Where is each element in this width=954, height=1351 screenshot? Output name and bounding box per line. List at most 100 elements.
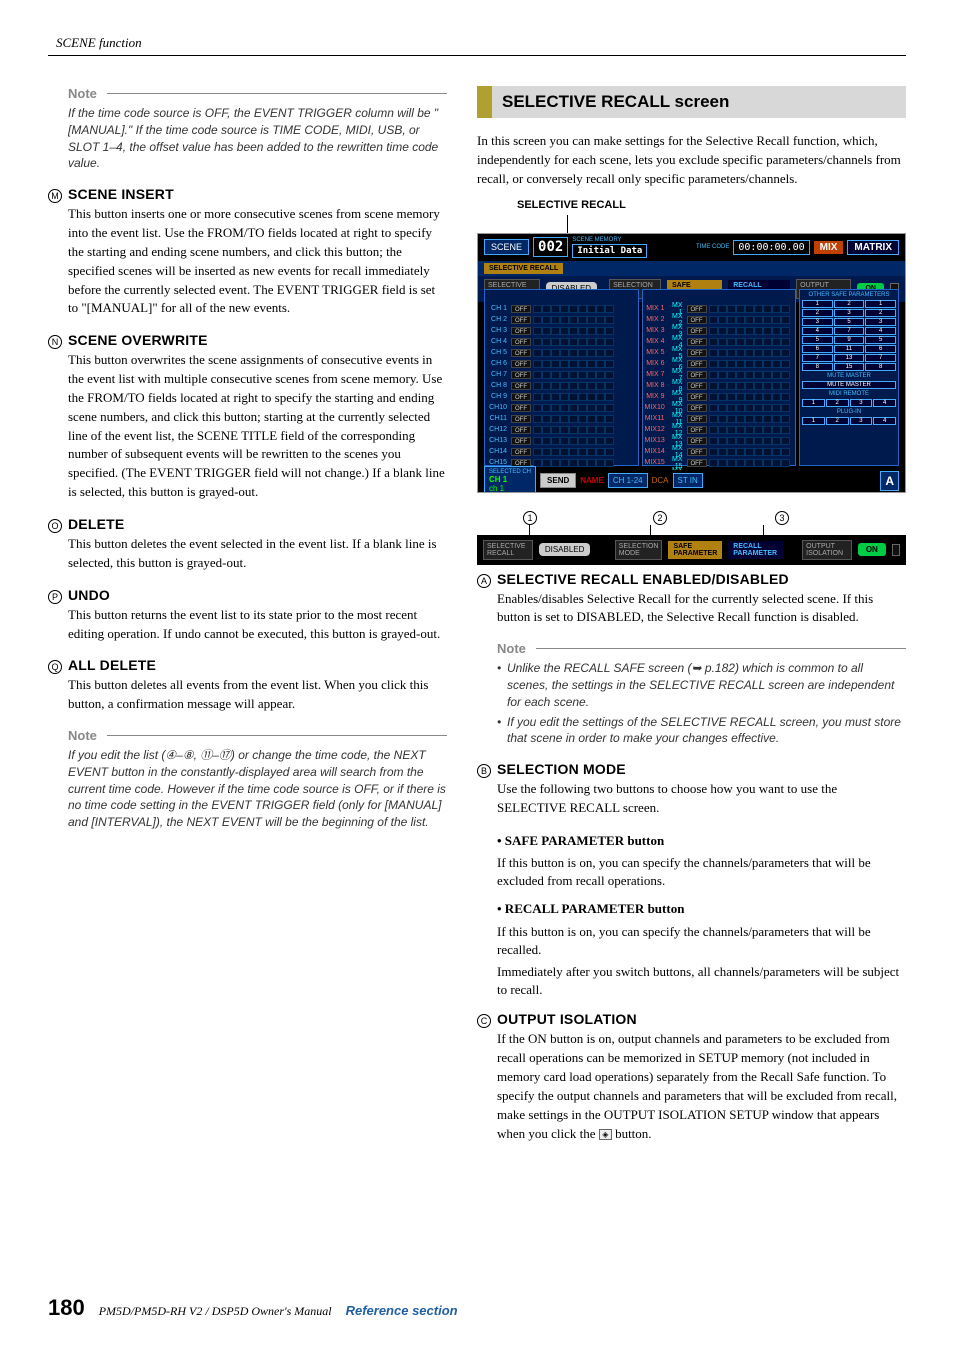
param-cell[interactable] [560, 448, 569, 456]
param-cell[interactable] [533, 327, 542, 335]
param-cell[interactable] [551, 327, 560, 335]
param-cell[interactable] [578, 360, 587, 368]
param-cell[interactable] [727, 371, 736, 379]
param-cell[interactable] [551, 426, 560, 434]
param-cell[interactable] [754, 316, 763, 324]
param-cell[interactable] [569, 459, 578, 467]
param-cell[interactable] [772, 371, 781, 379]
param-cell[interactable] [745, 415, 754, 423]
param-cell[interactable] [578, 316, 587, 324]
param-cell[interactable] [605, 305, 614, 313]
param-cell[interactable] [605, 404, 614, 412]
param-cell[interactable] [754, 404, 763, 412]
off-toggle[interactable]: OFF [687, 349, 707, 357]
param-cell[interactable] [772, 327, 781, 335]
param-cell[interactable] [745, 338, 754, 346]
param-cell[interactable] [569, 327, 578, 335]
param-cell[interactable] [763, 404, 772, 412]
param-cell[interactable] [560, 371, 569, 379]
off-toggle[interactable]: OFF [511, 327, 531, 335]
param-cell[interactable] [754, 459, 763, 467]
param-cell[interactable] [727, 338, 736, 346]
param-cell[interactable] [578, 459, 587, 467]
param-cell[interactable] [551, 448, 560, 456]
off-toggle[interactable]: OFF [511, 415, 531, 423]
param-cell[interactable] [542, 349, 551, 357]
param-cell[interactable] [745, 426, 754, 434]
param-cell[interactable] [718, 305, 727, 313]
off-toggle[interactable]: OFF [687, 382, 707, 390]
param-cell[interactable] [596, 459, 605, 467]
param-cell[interactable] [560, 382, 569, 390]
param-cell[interactable] [596, 305, 605, 313]
param-cell[interactable] [754, 371, 763, 379]
param-cell[interactable] [560, 360, 569, 368]
param-cell[interactable] [560, 338, 569, 346]
param-cell[interactable] [560, 404, 569, 412]
param-cell[interactable] [781, 437, 790, 445]
param-cell[interactable] [551, 305, 560, 313]
param-cell[interactable] [605, 371, 614, 379]
param-cell[interactable] [578, 338, 587, 346]
param-cell[interactable] [772, 393, 781, 401]
param-cell[interactable] [596, 338, 605, 346]
param-cell[interactable] [569, 305, 578, 313]
param-cell[interactable] [772, 338, 781, 346]
param-cell[interactable] [772, 437, 781, 445]
param-cell[interactable] [551, 437, 560, 445]
param-cell[interactable] [727, 415, 736, 423]
param-cell[interactable] [542, 426, 551, 434]
param-cell[interactable] [736, 459, 745, 467]
param-cell[interactable] [736, 448, 745, 456]
tab-selective-recall[interactable]: SELECTIVE RECALL [484, 263, 563, 274]
param-cell[interactable] [533, 393, 542, 401]
param-cell[interactable] [578, 327, 587, 335]
param-cell[interactable] [587, 437, 596, 445]
param-cell[interactable] [596, 382, 605, 390]
off-toggle[interactable]: OFF [511, 338, 531, 346]
off-toggle[interactable]: OFF [687, 404, 707, 412]
param-cell[interactable] [718, 360, 727, 368]
param-cell[interactable] [745, 349, 754, 357]
param-cell[interactable] [587, 360, 596, 368]
off-toggle[interactable]: OFF [511, 393, 531, 401]
param-cell[interactable] [709, 437, 718, 445]
strip-disabled-button[interactable]: DISABLED [539, 543, 591, 556]
param-cell[interactable] [727, 448, 736, 456]
param-cell[interactable] [709, 360, 718, 368]
param-cell[interactable] [596, 426, 605, 434]
param-cell[interactable] [569, 393, 578, 401]
param-cell[interactable] [745, 327, 754, 335]
off-toggle[interactable]: OFF [687, 459, 707, 467]
matrix-button[interactable]: MATRIX [847, 240, 899, 255]
param-cell[interactable] [542, 371, 551, 379]
param-cell[interactable] [533, 316, 542, 324]
param-cell[interactable] [578, 448, 587, 456]
param-cell[interactable] [763, 349, 772, 357]
param-cell[interactable] [569, 448, 578, 456]
param-cell[interactable] [551, 338, 560, 346]
param-cell[interactable] [781, 448, 790, 456]
param-cell[interactable] [533, 448, 542, 456]
off-toggle[interactable]: OFF [511, 404, 531, 412]
param-cell[interactable] [736, 371, 745, 379]
param-cell[interactable] [551, 316, 560, 324]
param-cell[interactable] [727, 316, 736, 324]
param-cell[interactable] [754, 327, 763, 335]
off-toggle[interactable]: OFF [511, 305, 531, 313]
param-cell[interactable] [605, 393, 614, 401]
param-cell[interactable] [605, 382, 614, 390]
param-cell[interactable] [763, 305, 772, 313]
param-cell[interactable] [587, 338, 596, 346]
off-toggle[interactable]: OFF [687, 415, 707, 423]
param-cell[interactable] [560, 437, 569, 445]
param-cell[interactable] [718, 393, 727, 401]
param-cell[interactable] [763, 459, 772, 467]
param-cell[interactable] [533, 404, 542, 412]
param-cell[interactable] [763, 371, 772, 379]
strip-setup-icon[interactable] [892, 544, 900, 556]
param-cell[interactable] [781, 316, 790, 324]
param-cell[interactable] [727, 349, 736, 357]
off-toggle[interactable]: OFF [511, 316, 531, 324]
param-cell[interactable] [754, 415, 763, 423]
